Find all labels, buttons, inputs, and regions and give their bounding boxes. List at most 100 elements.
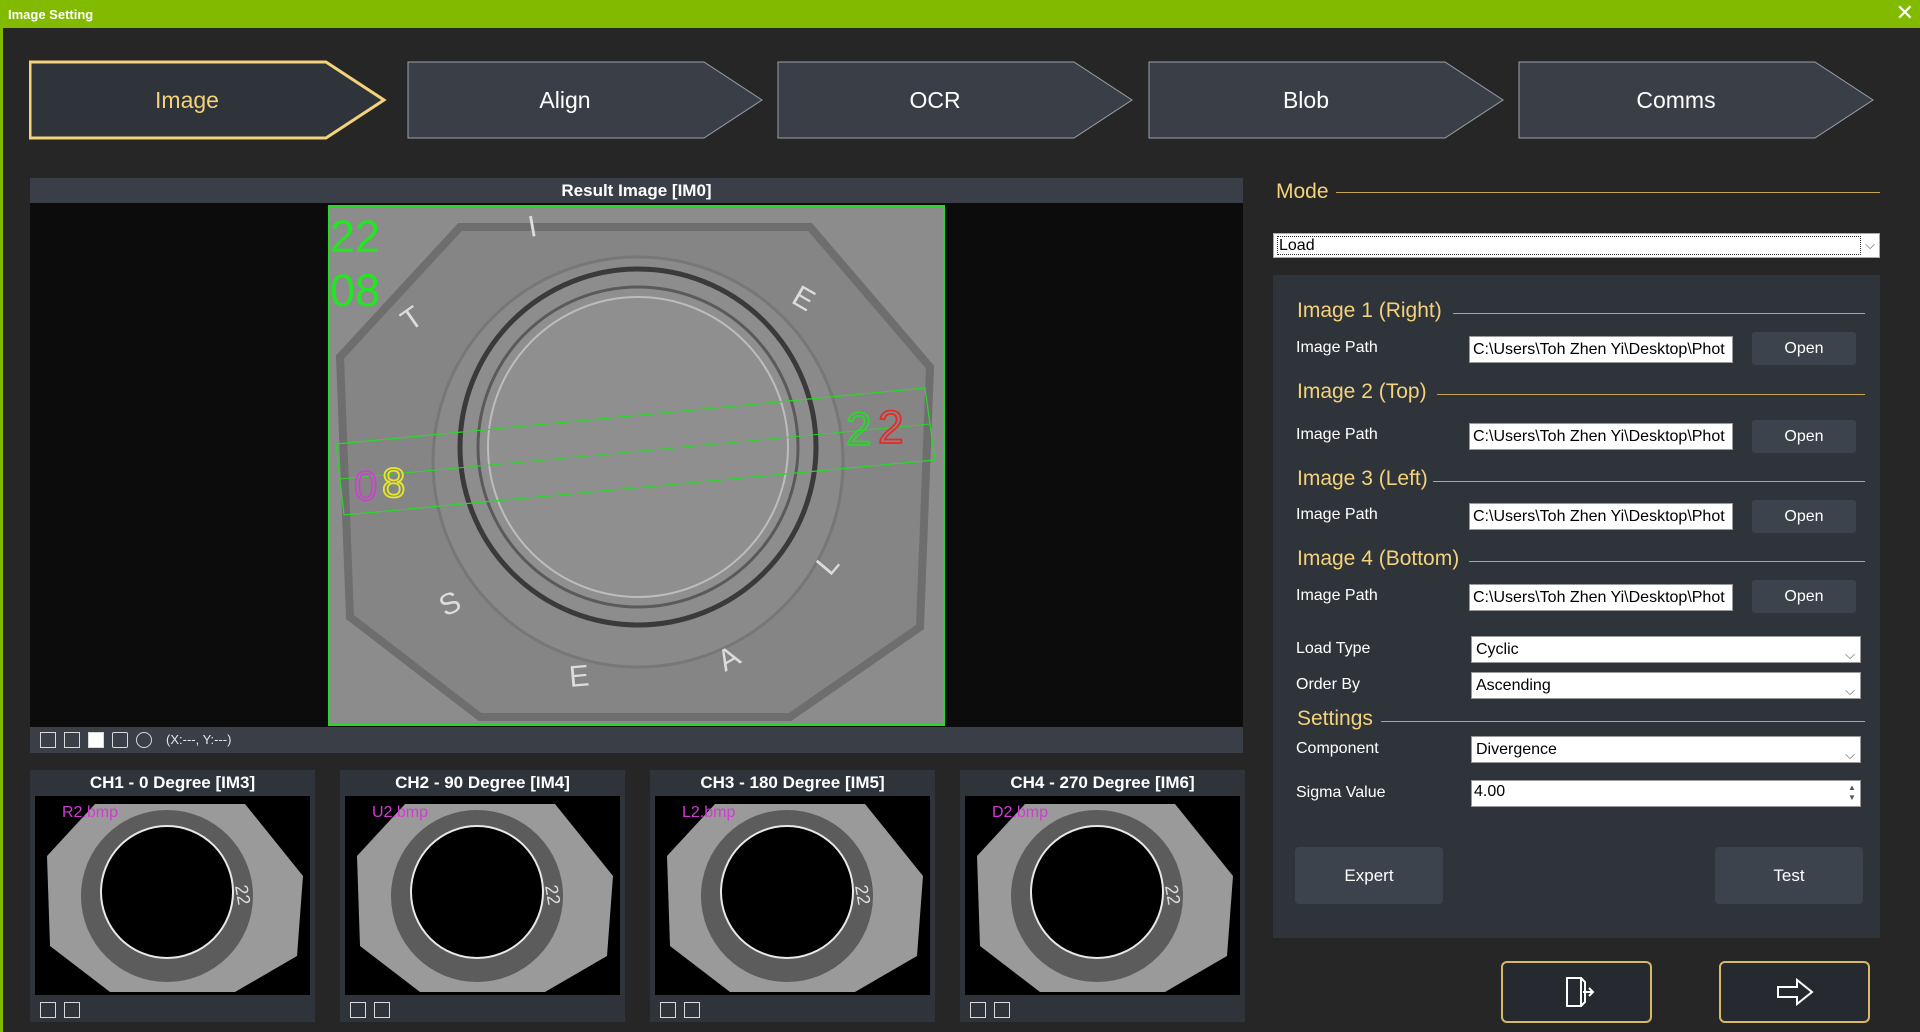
- arrow-right-icon: [1776, 977, 1814, 1007]
- channel-cap-drawing: 22: [47, 804, 303, 992]
- config-panel: Image 1 (Right) Image Path C:\Users\Toh …: [1273, 275, 1880, 938]
- chevron-down-icon: ⌵: [1845, 683, 1855, 698]
- mode-select-value: Load: [1277, 236, 1861, 255]
- channel-ring-text: 22: [541, 883, 564, 906]
- image-icon[interactable]: [64, 732, 80, 748]
- step-image[interactable]: Image: [29, 60, 389, 140]
- image3-path-label: Image Path: [1296, 506, 1378, 523]
- channel-image[interactable]: 22: [345, 796, 620, 995]
- image2-path-input[interactable]: C:\Users\Toh Zhen Yi\Desktop\Phot: [1469, 423, 1733, 450]
- step-align[interactable]: Align: [407, 60, 767, 140]
- order-by-value: Ascending: [1476, 677, 1551, 694]
- channel-title: CH1 - 0 Degree [IM3]: [89, 773, 256, 792]
- section-divider: [1433, 481, 1865, 482]
- step-ocr[interactable]: OCR: [777, 60, 1137, 140]
- step-comms[interactable]: Comms: [1518, 60, 1878, 140]
- copy-icon[interactable]: [88, 732, 104, 748]
- channel-image[interactable]: 22: [35, 796, 310, 995]
- step-label: OCR: [909, 87, 961, 113]
- channel-toolbar: [340, 998, 625, 1022]
- channel-title: CH3 - 180 Degree [IM5]: [700, 773, 885, 792]
- image4-open-button[interactable]: Open: [1752, 580, 1856, 613]
- section-divider: [1469, 561, 1865, 562]
- section-divider: [1381, 721, 1865, 722]
- image4-section-title: Image 4 (Bottom): [1297, 547, 1460, 570]
- image2-open-button[interactable]: Open: [1752, 420, 1856, 453]
- channel-image[interactable]: 22: [965, 796, 1240, 995]
- channel-file-name: L2.bmp: [682, 804, 736, 821]
- next-button[interactable]: [1719, 961, 1870, 1023]
- pan-icon[interactable]: [112, 732, 128, 748]
- section-divider: [1453, 313, 1865, 314]
- image4-path-input[interactable]: C:\Users\Toh Zhen Yi\Desktop\Phot: [1469, 584, 1733, 611]
- image-icon[interactable]: [994, 1002, 1010, 1018]
- order-by-select[interactable]: Ascending ⌵: [1471, 672, 1861, 699]
- channel-panel-3: CH3 - 180 Degree [IM5] 22 L2.bmp: [650, 770, 935, 1022]
- result-image[interactable]: T I E S E A L 0 8 2 2: [328, 205, 945, 726]
- channel-panel-1: CH1 - 0 Degree [IM3] 22 R2.bmp: [30, 770, 315, 1022]
- spinner-arrows-icon[interactable]: ▲ ▼: [1846, 783, 1858, 804]
- test-button[interactable]: Test: [1715, 847, 1863, 904]
- channel-cap-drawing: 22: [977, 804, 1233, 992]
- chevron-down-icon: ⌵: [1865, 237, 1875, 252]
- window-left-edge: [0, 28, 3, 1032]
- expert-button[interactable]: Expert: [1295, 847, 1443, 904]
- image1-open-button[interactable]: Open: [1752, 332, 1856, 365]
- image-icon[interactable]: [684, 1002, 700, 1018]
- ocr-result-bottom: 08: [330, 265, 381, 316]
- section-divider: [1437, 394, 1865, 395]
- sigma-value: 4.00: [1474, 783, 1506, 800]
- window-title: Image Setting: [8, 7, 94, 22]
- step-label: Image: [155, 87, 219, 113]
- load-type-label: Load Type: [1296, 640, 1371, 657]
- step-blob[interactable]: Blob: [1148, 60, 1508, 140]
- channel-file-name: R2.bmp: [62, 804, 119, 821]
- title-bar: Image Setting ✕: [0, 0, 1920, 28]
- channel-panel-4: CH4 - 270 Degree [IM6] 22 D2.bmp: [960, 770, 1245, 1022]
- step-label: Comms: [1636, 87, 1716, 113]
- fit-icon[interactable]: [40, 732, 56, 748]
- channel-image[interactable]: 22: [655, 796, 930, 995]
- sigma-input[interactable]: 4.00 ▲ ▼: [1471, 780, 1861, 807]
- fit-icon[interactable]: [350, 1002, 366, 1018]
- channel-toolbar: [650, 998, 935, 1022]
- ocr-char: 8: [382, 459, 405, 506]
- mode-select[interactable]: Load ⌵: [1273, 233, 1880, 258]
- channel-cap-drawing: 22: [667, 804, 923, 992]
- ocr-char: 2: [878, 401, 904, 453]
- result-image-toolbar: (X:---, Y:---): [30, 727, 1243, 753]
- ocr-result-top: 22: [330, 211, 381, 262]
- channel-cap-drawing: 22: [357, 804, 613, 992]
- result-image-title: Result Image [IM0]: [30, 178, 1243, 203]
- image-icon[interactable]: [374, 1002, 390, 1018]
- target-icon[interactable]: [136, 732, 152, 748]
- step-label: Blob: [1282, 87, 1330, 113]
- channel-toolbar: [960, 998, 1245, 1022]
- cap-image-drawing: T I E S E A L 0 8 2 2: [335, 210, 936, 721]
- fit-icon[interactable]: [970, 1002, 986, 1018]
- image1-section-title: Image 1 (Right): [1297, 299, 1442, 322]
- channel-file-name: D2.bmp: [992, 804, 1049, 821]
- ocr-char: 2: [846, 403, 872, 455]
- exit-button[interactable]: [1501, 961, 1652, 1023]
- fit-icon[interactable]: [40, 1002, 56, 1018]
- step-label: Align: [539, 87, 591, 113]
- component-value: Divergence: [1476, 741, 1557, 758]
- fit-icon[interactable]: [660, 1002, 676, 1018]
- chevron-down-icon: ⌵: [1845, 647, 1855, 662]
- channel-ring-text: 22: [1161, 883, 1184, 906]
- component-select[interactable]: Divergence ⌵: [1471, 736, 1861, 763]
- load-type-value: Cyclic: [1476, 641, 1519, 658]
- image3-open-button[interactable]: Open: [1752, 500, 1856, 533]
- ring-letter: E: [568, 659, 591, 694]
- image1-path-input[interactable]: C:\Users\Toh Zhen Yi\Desktop\Phot: [1469, 336, 1733, 363]
- channel-file-name: U2.bmp: [372, 804, 429, 821]
- cursor-coordinates: (X:---, Y:---): [166, 732, 232, 747]
- image-icon[interactable]: [64, 1002, 80, 1018]
- mode-divider: [1336, 192, 1880, 193]
- load-type-select[interactable]: Cyclic ⌵: [1471, 636, 1861, 663]
- image3-path-input[interactable]: C:\Users\Toh Zhen Yi\Desktop\Phot: [1469, 503, 1733, 530]
- mode-label: Mode: [1276, 180, 1329, 203]
- channel-ring-text: 22: [851, 883, 874, 906]
- close-icon[interactable]: ✕: [1896, 2, 1914, 24]
